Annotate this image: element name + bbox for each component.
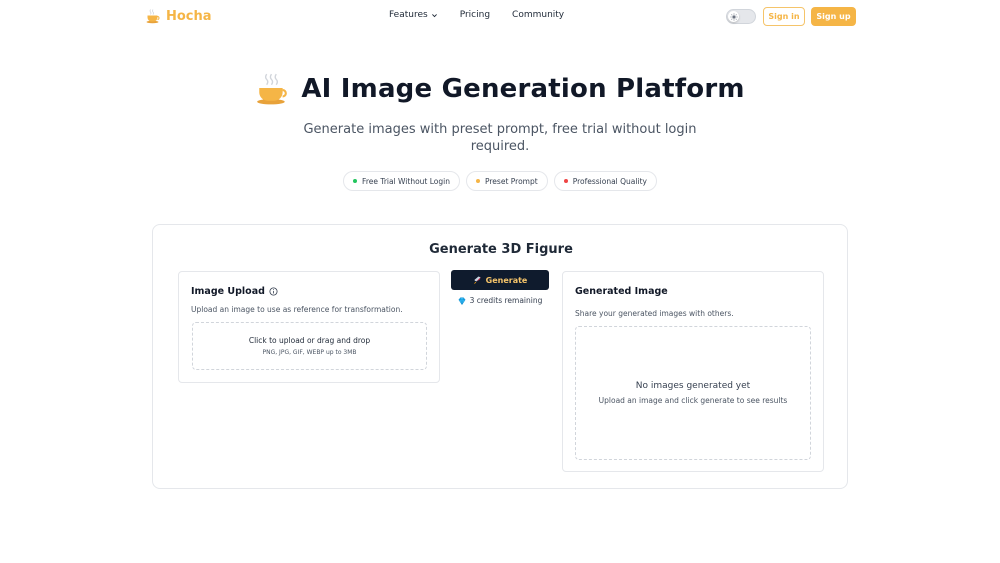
page-subtitle: Generate images with preset prompt, free… [303,122,697,154]
output-description: Share your generated images with others. [575,309,734,318]
output-placeholder: No images generated yet Upload an image … [575,326,811,460]
diamond-icon [458,297,466,305]
image-upload-panel: Image Upload Upload an image to use as r… [178,271,440,383]
feature-badges: Free Trial Without Login Preset Prompt P… [0,171,1000,191]
empty-state-subtitle: Upload an image and click generate to se… [598,396,788,405]
sun-icon [729,12,738,21]
coffee-cup-icon [257,73,288,105]
page-title: AI Image Generation Platform [301,74,745,104]
badge-preset-prompt: Preset Prompt [466,171,548,191]
brand-name: Hocha [166,8,212,24]
status-dot [563,179,568,183]
nav-features-label: Features [389,10,428,20]
generate-button-label: Generate [485,275,528,285]
sign-up-button[interactable]: Sign up [811,7,856,26]
status-dot [353,179,358,183]
badge-label: Free Trial Without Login [362,176,450,186]
nav-features[interactable]: Features [389,10,438,20]
upload-description: Upload an image to use as reference for … [191,305,403,314]
sign-in-button[interactable]: Sign in [763,7,805,26]
hero-heading: AI Image Generation Platform [0,72,1000,106]
rocket-icon [473,275,481,284]
top-nav-bar: Hocha Features Pricing Community Sign in… [0,0,1000,33]
nav-pricing[interactable]: Pricing [460,10,490,20]
brand-logo[interactable]: Hocha [145,8,212,24]
dropzone-formats: PNG, JPG, GIF, WEBP up to 3MB [262,349,357,356]
dropzone-instruction: Click to upload or drag and drop [248,336,371,345]
upload-heading: Image Upload [191,286,278,297]
chevron-down-icon [431,13,437,17]
badge-professional-quality: Professional Quality [553,171,657,191]
nav-community[interactable]: Community [512,10,564,20]
nav-community-label: Community [512,10,565,20]
main-nav: Features Pricing Community [389,10,564,20]
output-heading: Generated Image [575,286,668,297]
badge-label: Preset Prompt [485,176,538,186]
empty-state-title: No images generated yet [635,381,751,391]
badge-label: Professional Quality [572,176,647,186]
theme-toggle-knob [728,11,739,22]
credits-text: 3 credits remaining [469,296,543,305]
generated-image-panel: Generated Image Share your generated ima… [562,271,824,472]
upload-dropzone[interactable]: Click to upload or drag and drop PNG, JP… [192,322,427,370]
nav-pricing-label: Pricing [459,10,491,20]
badge-free-trial: Free Trial Without Login [343,171,460,191]
status-dot [476,179,480,183]
theme-toggle[interactable] [726,9,756,24]
generator-title: Generate 3D Figure [429,242,573,257]
output-title: Generated Image [575,286,668,297]
generate-button[interactable]: Generate [451,270,549,290]
upload-title: Image Upload [191,286,265,297]
info-icon[interactable] [269,287,278,296]
coffee-cup-icon [146,9,160,24]
generator-card: Generate 3D Figure Image Upload Upload a… [152,224,848,489]
credits-remaining: 3 credits remaining [451,296,549,305]
